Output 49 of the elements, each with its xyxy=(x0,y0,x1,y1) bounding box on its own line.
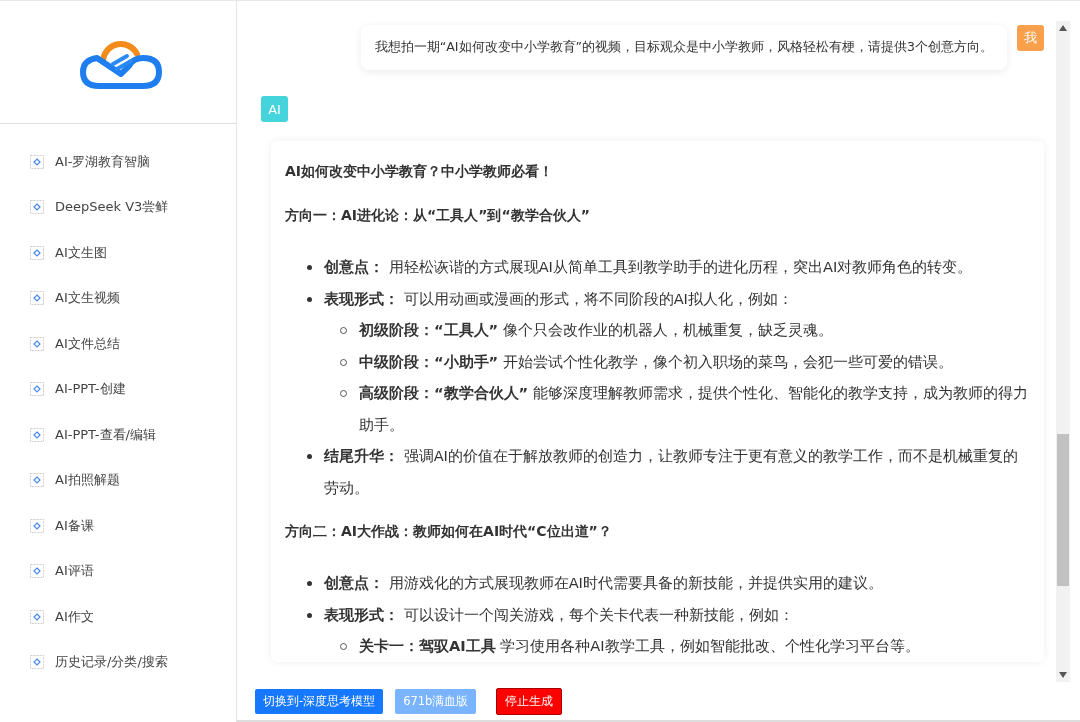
list-item-text: 表现形式： 可以设计一个闯关游戏，每个关卡代表一种新技能，例如： xyxy=(324,604,795,625)
answer-title: AI如何改变中小学教育？中小学教师必看！ xyxy=(285,163,555,181)
list-item-text: 初级阶段：“工具人” 像个只会改作业的机器人，机械重复，缺乏灵魂。 xyxy=(359,320,833,340)
diamond-icon xyxy=(30,245,44,260)
list-item-text: 创意点： 用游戏化的方式展现教师在AI时代需要具备的新技能，并提供实用的建议。 xyxy=(324,573,884,593)
user-message: 我想拍一期“AI如何改变中小学教育”的视频，目标观众是中小学教师，风格轻松有梗，请提供3个创意方向。 xyxy=(360,25,1007,70)
action-button[interactable]: 切换到-深度思考模型 xyxy=(255,688,384,714)
diamond-icon xyxy=(30,200,44,215)
sidebar-item[interactable]: AI文生图 xyxy=(0,230,236,276)
diamond-icon xyxy=(30,291,44,306)
scroll-down-icon[interactable] xyxy=(1059,672,1067,678)
bullet-icon xyxy=(307,581,312,586)
diamond-icon xyxy=(30,518,44,533)
sidebar-item[interactable]: AI-PPT-创建 xyxy=(0,366,236,412)
sidebar-item[interactable]: DeepSeek V3尝鲜 xyxy=(0,184,236,230)
list-item-text: 创意点： 用轻松诙谐的方式展现AI从简单工具到教学助手的进化历程，突出AI对教师角色的转变。 xyxy=(324,257,974,277)
scroll-up-icon[interactable] xyxy=(1059,25,1067,31)
diamond-icon xyxy=(30,609,44,624)
scrollbar-thumb[interactable] xyxy=(1057,434,1069,586)
diamond-icon xyxy=(30,382,44,397)
list-item-text: 关卡一：驾驭AI工具 学习使用各种AI教学工具，例如智能批改、个性化学习平台等。 xyxy=(359,636,920,656)
sidebar-item[interactable]: AI备课 xyxy=(0,503,236,549)
bullet-icon xyxy=(307,265,312,270)
diamond-icon xyxy=(30,655,44,670)
sidebar-item[interactable]: AI作文 xyxy=(0,594,236,640)
diamond-icon xyxy=(30,564,44,579)
diamond-icon xyxy=(30,473,44,488)
sidebar-item[interactable]: AI文件总结 xyxy=(0,321,236,367)
diamond-icon xyxy=(30,427,44,442)
list-item-text: 中级阶段：“小助手” 开始尝试个性化教学，像个初入职场的菜鸟，会犯一些可爱的错误。 xyxy=(359,351,953,372)
list-item-text: 结尾升华： 强调AI的价值在于解放教师的创造力，让教师专注于更有意义的教学工作，而不是机械重复的劳动。 xyxy=(324,446,1019,498)
sidebar-item[interactable]: AI拍照解题 xyxy=(0,457,236,503)
sidebar-item[interactable]: AI文生视频 xyxy=(0,275,236,321)
action-button[interactable]: 停止生成 xyxy=(496,687,563,715)
bullet-icon xyxy=(307,296,312,302)
user-avatar: 我 xyxy=(1017,25,1044,51)
section-heading: 方向二：AI大作战：教师如何在AI时代“C位出道”？ xyxy=(285,523,613,541)
diamond-icon xyxy=(30,336,44,351)
sidebar-item[interactable]: 历史记录/分类/搜索 xyxy=(0,639,236,685)
list-item-text: 表现形式： 可以用动画或漫画的形式，将不同阶段的AI拟人化，例如： xyxy=(324,288,794,309)
sidebar-item[interactable]: AI评语 xyxy=(0,548,236,594)
list-item-text: 高级阶段：“教学合伙人” 能够深度理解教师需求，提供个性化、智能化的教学支持，成为教师的得力助手。 xyxy=(359,383,1029,435)
sidebar-item[interactable]: AI-罗湖教育智脑 xyxy=(0,139,236,185)
section-heading: 方向一：AI进化论：从“工具人”到“教学合伙人” xyxy=(285,207,591,225)
diamond-icon xyxy=(30,154,44,169)
ai-avatar: AI xyxy=(261,96,288,122)
sidebar-item[interactable]: AI-PPT-查看/编辑 xyxy=(0,412,236,458)
bullet-icon xyxy=(307,612,312,618)
bullet-icon xyxy=(307,454,312,459)
